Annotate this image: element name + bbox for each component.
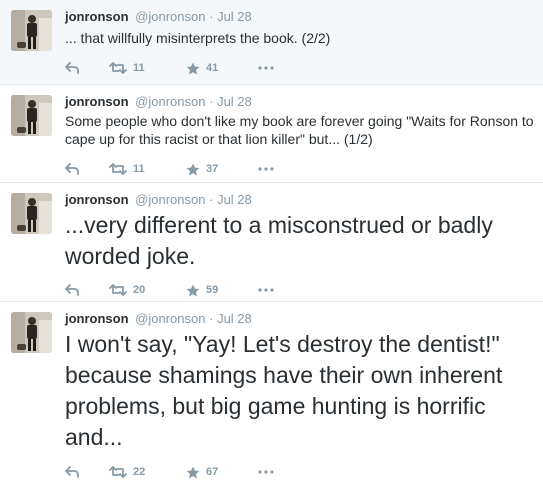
reply-button[interactable]	[65, 282, 79, 298]
tweet-header: jonronson @jonronson · Jul 28	[65, 94, 252, 110]
retweet-count: 20	[133, 284, 146, 296]
retweet-button[interactable]: 11	[109, 161, 145, 177]
more-button[interactable]	[258, 161, 274, 177]
retweet-count: 11	[133, 163, 145, 175]
reply-button[interactable]	[65, 161, 79, 177]
reply-button[interactable]	[65, 60, 79, 76]
avatar[interactable]	[11, 95, 52, 136]
retweet-button[interactable]: 20	[109, 282, 145, 298]
tweet-header: jonronson @jonronson · Jul 28	[65, 9, 252, 25]
display-name[interactable]: jonronson	[65, 94, 129, 109]
avatar[interactable]	[11, 193, 52, 234]
timestamp[interactable]: Jul 28	[217, 9, 252, 24]
favorite-count: 41	[206, 62, 219, 74]
more-button[interactable]	[258, 464, 274, 480]
tweet[interactable]: jonronson @jonronson · Jul 28 ...very di…	[0, 183, 543, 302]
retweet-button[interactable]: 22	[109, 464, 145, 480]
timestamp[interactable]: Jul 28	[217, 94, 252, 109]
more-button[interactable]	[258, 282, 274, 298]
reply-icon	[65, 284, 79, 296]
tweet-text: I won't say, "Yay! Let's destroy the den…	[65, 331, 503, 450]
separator: ·	[209, 9, 214, 24]
avatar[interactable]	[11, 312, 52, 353]
favorite-count: 59	[206, 284, 219, 296]
separator: ·	[209, 311, 214, 326]
tweet[interactable]: jonronson @jonronson · Jul 28 Some peopl…	[0, 85, 543, 183]
more-icon	[258, 288, 274, 292]
display-name[interactable]: jonronson	[65, 9, 129, 24]
tweet-header: jonronson @jonronson · Jul 28	[65, 192, 252, 208]
tweet-text: Some people who don't like my book are f…	[65, 113, 534, 147]
favorite-count: 67	[206, 466, 219, 478]
reply-icon	[65, 466, 79, 478]
username[interactable]: @jonronson	[135, 192, 205, 207]
reply-icon	[65, 163, 79, 175]
username[interactable]: @jonronson	[135, 94, 205, 109]
retweet-button[interactable]: 11	[109, 60, 145, 76]
tweet-header: jonronson @jonronson · Jul 28	[65, 311, 252, 327]
more-icon	[258, 470, 274, 474]
display-name[interactable]: jonronson	[65, 192, 129, 207]
star-icon	[186, 466, 200, 479]
retweet-icon	[109, 466, 127, 478]
favorite-button[interactable]: 41	[186, 60, 218, 76]
tweet[interactable]: jonronson @jonronson · Jul 28 I won't sa…	[0, 302, 543, 489]
reply-button[interactable]	[65, 464, 79, 480]
more-button[interactable]	[258, 60, 274, 76]
retweet-icon	[109, 163, 127, 175]
favorite-button[interactable]: 37	[186, 161, 218, 177]
retweet-count: 11	[133, 62, 145, 74]
favorite-count: 37	[206, 163, 219, 175]
tweet-text: ... that willfully misinterprets the boo…	[65, 30, 331, 46]
separator: ·	[209, 94, 214, 109]
timestamp[interactable]: Jul 28	[217, 311, 252, 326]
username[interactable]: @jonronson	[135, 311, 205, 326]
reply-icon	[65, 62, 79, 74]
retweet-icon	[109, 284, 127, 296]
timestamp[interactable]: Jul 28	[217, 192, 252, 207]
star-icon	[186, 284, 200, 297]
favorite-button[interactable]: 67	[186, 464, 218, 480]
display-name[interactable]: jonronson	[65, 311, 129, 326]
more-icon	[258, 66, 274, 70]
favorite-button[interactable]: 59	[186, 282, 218, 298]
more-icon	[258, 167, 274, 171]
username[interactable]: @jonronson	[135, 9, 205, 24]
retweet-count: 22	[133, 466, 146, 478]
star-icon	[186, 62, 200, 75]
retweet-icon	[109, 62, 127, 74]
separator: ·	[209, 192, 214, 207]
tweet-text: ...very different to a misconstrued or b…	[65, 212, 493, 269]
star-icon	[186, 163, 200, 176]
avatar[interactable]	[11, 10, 52, 51]
tweet[interactable]: jonronson @jonronson · Jul 28 ... that w…	[0, 0, 543, 85]
